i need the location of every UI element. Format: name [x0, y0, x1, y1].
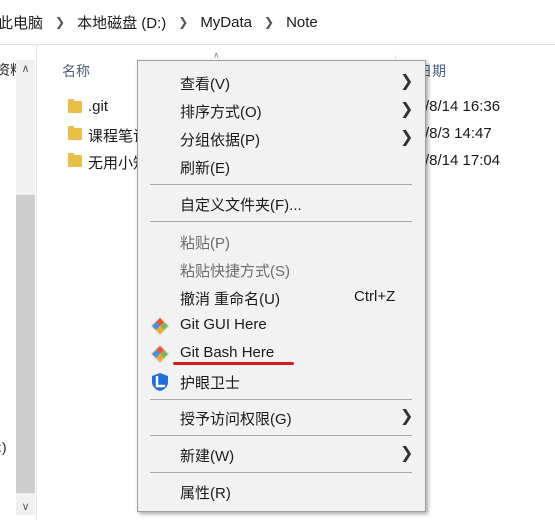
- menu-item-git-gui[interactable]: Git GUI Here: [138, 311, 425, 339]
- chevron-right-icon: ❯: [400, 445, 414, 462]
- context-menu: 查看(V) ❯ 排序方式(O) ❯ 分组依据(P) ❯ 刷新(E) 自定义文件夹…: [137, 60, 426, 512]
- git-gui-icon: [150, 316, 170, 336]
- file-date: /8/3 14:47: [425, 125, 492, 142]
- file-name: .git: [88, 98, 109, 115]
- menu-separator: [150, 184, 412, 185]
- breadcrumb-note[interactable]: Note: [286, 14, 318, 31]
- menu-item-refresh[interactable]: 刷新(E): [138, 152, 425, 180]
- menu-item-properties[interactable]: 属性(R): [138, 477, 425, 505]
- menu-separator: [150, 472, 412, 473]
- menu-item-view[interactable]: 查看(V) ❯: [138, 68, 425, 96]
- menu-item-sort-by[interactable]: 排序方式(O) ❯: [138, 96, 425, 124]
- folder-icon: [68, 99, 82, 113]
- menu-item-label: 撤消 重命名(U): [180, 291, 280, 308]
- menu-item-customize-folder[interactable]: 自定义文件夹(F)...: [138, 189, 425, 217]
- chevron-right-icon: ❯: [400, 129, 414, 146]
- menu-separator: [150, 221, 412, 222]
- breadcrumb-drive-d[interactable]: 本地磁盘 (D:): [77, 12, 166, 33]
- menu-item-label: Git Bash Here: [180, 344, 275, 361]
- menu-item-paste-shortcut[interactable]: 粘贴快捷方式(S): [138, 255, 425, 283]
- address-bar[interactable]: 此电脑 ❯ 本地磁盘 (D:) ❯ MyData ❯ Note: [0, 0, 555, 45]
- chevron-right-icon: ❯: [400, 73, 414, 90]
- menu-item-give-access[interactable]: 授予访问权限(G) ❯: [138, 403, 425, 431]
- highlight-underline: [173, 362, 294, 365]
- menu-item-label: 分组依据(P): [180, 132, 260, 149]
- menu-item-label: 粘贴快捷方式(S): [180, 263, 290, 280]
- menu-item-shortcut: Ctrl+Z: [354, 288, 396, 305]
- menu-item-group-by[interactable]: 分组依据(P) ❯: [138, 124, 425, 152]
- scroll-down-icon[interactable]: ∨: [18, 500, 33, 513]
- menu-item-label: 护眼卫士: [180, 375, 241, 392]
- breadcrumb-mydata[interactable]: MyData: [200, 14, 252, 31]
- chevron-right-icon[interactable]: ❯: [264, 15, 274, 29]
- menu-item-label: 新建(W): [180, 448, 235, 465]
- nav-item-fragment[interactable]: :): [0, 439, 7, 455]
- eye-guard-icon: [152, 373, 168, 391]
- menu-item-undo-rename[interactable]: 撤消 重命名(U) Ctrl+Z: [138, 283, 425, 311]
- menu-item-label: 查看(V): [180, 76, 230, 93]
- chevron-right-icon: ❯: [400, 101, 414, 118]
- menu-item-paste[interactable]: 粘贴(P): [138, 227, 425, 255]
- menu-separator: [150, 399, 412, 400]
- chevron-right-icon: ❯: [400, 408, 414, 425]
- menu-separator: [150, 435, 412, 436]
- folder-icon: [68, 126, 82, 140]
- menu-item-label: 排序方式(O): [180, 104, 262, 121]
- menu-item-label: 自定义文件夹(F)...: [180, 197, 302, 214]
- menu-item-label: 属性(R): [180, 485, 231, 502]
- scroll-up-icon[interactable]: ∧: [18, 62, 33, 75]
- scrollbar-thumb[interactable]: [16, 195, 35, 493]
- menu-item-label: 刷新(E): [180, 160, 230, 177]
- menu-item-eye-guard[interactable]: 护眼卫士: [138, 367, 425, 395]
- menu-item-label: 授予访问权限(G): [180, 411, 292, 428]
- chevron-right-icon[interactable]: ❯: [178, 15, 188, 29]
- file-date: /8/14 16:36: [425, 98, 501, 115]
- menu-item-label: 粘贴(P): [180, 235, 230, 252]
- git-bash-icon: [150, 344, 170, 364]
- file-date: /8/14 17:04: [425, 152, 501, 169]
- menu-item-new[interactable]: 新建(W) ❯: [138, 440, 425, 468]
- folder-icon: [68, 153, 82, 167]
- menu-item-label: Git GUI Here: [180, 316, 267, 333]
- chevron-right-icon[interactable]: ❯: [55, 15, 65, 29]
- column-header-name[interactable]: 名称: [62, 61, 90, 81]
- breadcrumb-this-pc[interactable]: 此电脑: [0, 12, 43, 33]
